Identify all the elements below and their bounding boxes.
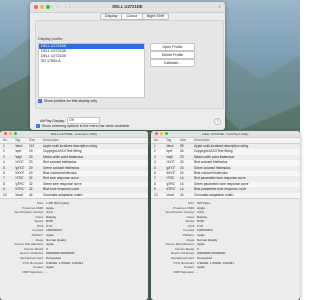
colorsync-window-left: DELL U2721DE - ColorSync Utility No. Tag… bbox=[0, 131, 148, 300]
info-row: MD5 Signature: - bbox=[173, 269, 199, 274]
open-profile-button[interactable]: Open Profile bbox=[150, 43, 195, 51]
airplay-label: AirPlay Display: bbox=[40, 118, 66, 123]
colorsync-window-right: DELL U2721DE - ColorSync Utility No. Tag… bbox=[151, 131, 300, 300]
title-bar: DELL U2721DE - ColorSync Utility bbox=[0, 131, 148, 138]
column-header[interactable]: Size bbox=[180, 138, 194, 143]
checkmark-icon: ✓ bbox=[38, 99, 42, 103]
table-row[interactable]: 10'chad' 44 Chromatic adaptation matrix bbox=[151, 192, 300, 198]
mirroring-label: Show mirroring options in the menu bar w… bbox=[42, 124, 130, 128]
tab-night-shift[interactable]: Night Shift bbox=[143, 14, 169, 19]
column-header[interactable]: No. bbox=[0, 138, 15, 143]
mirroring-checkbox[interactable]: ✓ Show mirroring options in the menu bar… bbox=[36, 124, 130, 128]
window-title: DELL U2721DE - ColorSync Utility bbox=[51, 132, 97, 136]
checkmark-icon: ✓ bbox=[36, 124, 40, 128]
window-title: DELL U2721DE - ColorSync Utility bbox=[202, 132, 249, 136]
display-profile-label: Display profile: bbox=[38, 37, 63, 41]
column-header[interactable]: Description bbox=[194, 138, 300, 143]
tab-colour[interactable]: Colour bbox=[122, 14, 143, 19]
tab-display[interactable]: Display bbox=[101, 14, 123, 19]
column-header[interactable]: Description bbox=[43, 138, 148, 143]
airplay-select[interactable]: Off bbox=[67, 117, 101, 124]
profile-list[interactable]: DELL U2721DE DELL U2721DE DELL U2721DE S… bbox=[38, 43, 145, 98]
tab-bar: Display Colour Night Shift bbox=[100, 13, 170, 20]
airplay-row: AirPlay Display: Off bbox=[40, 117, 101, 124]
column-header[interactable]: Tag bbox=[15, 138, 29, 143]
table-row[interactable]: 10'chad' 44 Chromatic adaptation matrix bbox=[0, 192, 148, 198]
profile-info: Size: 522 bytes Preferred CMM: Apple Speci… bbox=[151, 199, 300, 275]
profile-info: Size: 1 KB (524 bytes) Preferred CMM: Appl… bbox=[0, 199, 148, 275]
delete-profile-button[interactable]: Delete Profile bbox=[150, 51, 195, 59]
help-button[interactable]: ? bbox=[214, 118, 221, 125]
info-row: MD5 Signature: - bbox=[22, 269, 48, 274]
column-header[interactable]: Tag bbox=[166, 138, 180, 143]
title-bar: ‹ › ⋮⋮ DELL U2721DE ⌕ bbox=[30, 2, 225, 13]
show-profiles-checkbox[interactable]: ✓ Show profiles for this display only bbox=[38, 99, 97, 103]
window-title: DELL U2721DE bbox=[112, 4, 143, 9]
column-header[interactable]: Size bbox=[29, 138, 43, 143]
profile-item[interactable]: SD 17554-A bbox=[39, 59, 144, 64]
search-icon[interactable]: ⌕ bbox=[218, 4, 221, 10]
tag-table: 1'desc' 113 Apple multi-localized descript… bbox=[0, 144, 148, 198]
tag-table: 1'desc' 98 Apple multi-localized descripti… bbox=[151, 144, 300, 198]
column-header[interactable]: No. bbox=[151, 138, 166, 143]
show-profiles-label: Show profiles for this display only bbox=[44, 99, 98, 103]
calibrate-button[interactable]: Calibrate... bbox=[150, 59, 195, 67]
title-bar: DELL U2721DE - ColorSync Utility bbox=[151, 131, 300, 138]
